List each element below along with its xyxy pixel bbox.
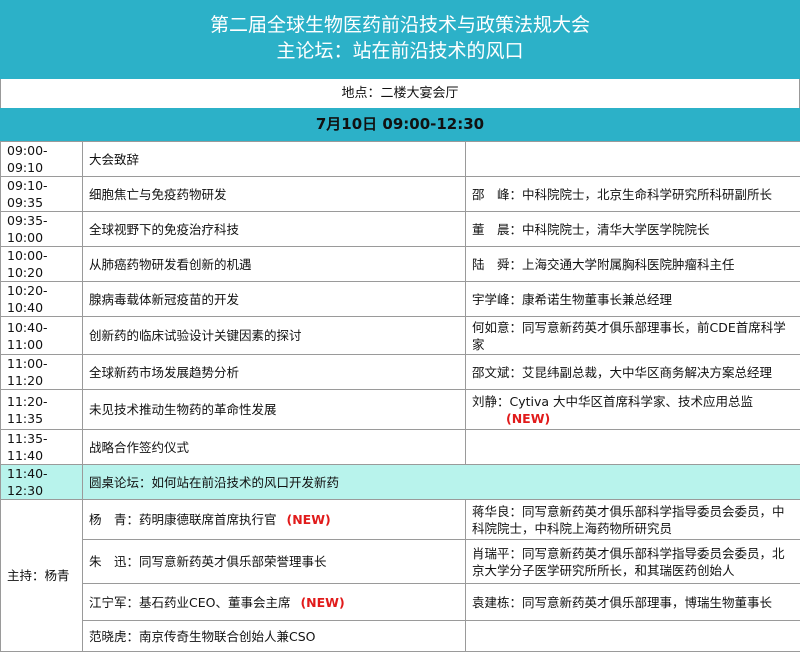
venue-location: 地点：二楼大宴会厅 bbox=[0, 79, 800, 108]
new-tag: (NEW) bbox=[287, 512, 331, 527]
topic-cell: 大会致辞 bbox=[83, 142, 466, 177]
time-cell: 11:20-11:35 bbox=[1, 390, 83, 430]
panel-row: 范晓虎：南京传奇生物联合创始人兼CSO bbox=[1, 621, 800, 652]
speaker-cell: 邵 峰：中科院院士，北京生命科学研究所科研副所长 bbox=[466, 177, 800, 212]
topic-cell: 全球视野下的免疫治疗科技 bbox=[83, 212, 466, 247]
panelist-cell: 范晓虎：南京传奇生物联合创始人兼CSO bbox=[83, 621, 466, 652]
agenda-row: 11:35-11:40 战略合作签约仪式 bbox=[1, 430, 800, 465]
new-tag: (NEW) bbox=[472, 410, 550, 427]
time-cell: 09:35-10:00 bbox=[1, 212, 83, 247]
panel-row: 主持：杨青 杨 青：药明康德联席首席执行官 (NEW) 蒋华良：同写意新药英才俱… bbox=[1, 500, 800, 540]
time-cell: 09:00-09:10 bbox=[1, 142, 83, 177]
topic-cell: 从肺癌药物研发看创新的机遇 bbox=[83, 247, 466, 282]
agenda-table: 09:00-09:10 大会致辞 09:10-09:35 细胞焦亡与免疫药物研发… bbox=[0, 141, 800, 652]
agenda-row: 09:00-09:10 大会致辞 bbox=[1, 142, 800, 177]
speaker-cell: 邵文斌：艾昆纬副总裁，大中华区商务解决方案总经理 bbox=[466, 355, 800, 390]
session-date: 7月10日 09:00-12:30 bbox=[0, 108, 800, 141]
agenda-row: 10:20-10:40 腺病毒载体新冠疫苗的开发 宇学峰：康希诺生物董事长兼总经… bbox=[1, 282, 800, 317]
panelist-text: 江宁军：基石药业CEO、董事会主席 bbox=[89, 595, 290, 610]
time-cell: 10:20-10:40 bbox=[1, 282, 83, 317]
time-cell: 10:40-11:00 bbox=[1, 317, 83, 355]
agenda-row: 10:00-10:20 从肺癌药物研发看创新的机遇 陆 舜：上海交通大学附属胸科… bbox=[1, 247, 800, 282]
speaker-cell: 刘静：Cytiva 大中华区首席科学家、技术应用总监 (NEW) bbox=[466, 390, 800, 430]
speaker-cell: 宇学峰：康希诺生物董事长兼总经理 bbox=[466, 282, 800, 317]
topic-cell: 全球新药市场发展趋势分析 bbox=[83, 355, 466, 390]
speaker-cell bbox=[466, 430, 800, 465]
topic-cell: 细胞焦亡与免疫药物研发 bbox=[83, 177, 466, 212]
panelist-text: 杨 青：药明康德联席首席执行官 bbox=[89, 512, 277, 527]
roundtable-title: 圆桌论坛：如何站在前沿技术的风口开发新药 bbox=[83, 465, 800, 500]
speaker-cell: 董 晨：中科院院士，清华大学医学院院长 bbox=[466, 212, 800, 247]
panel-row: 江宁军：基石药业CEO、董事会主席 (NEW) 袁建栋：同写意新药英才俱乐部理事… bbox=[1, 584, 800, 621]
agenda-row: 11:20-11:35 未见技术推动生物药的革命性发展 刘静：Cytiva 大中… bbox=[1, 390, 800, 430]
speaker-cell: 陆 舜：上海交通大学附属胸科医院肿瘤科主任 bbox=[466, 247, 800, 282]
time-cell: 11:00-11:20 bbox=[1, 355, 83, 390]
speaker-cell: 何如意：同写意新药英才俱乐部理事长，前CDE首席科学家 bbox=[466, 317, 800, 355]
time-cell: 10:00-10:20 bbox=[1, 247, 83, 282]
topic-cell: 腺病毒载体新冠疫苗的开发 bbox=[83, 282, 466, 317]
panelist-cell bbox=[466, 621, 800, 652]
forum-subtitle: 主论坛：站在前沿技术的风口 bbox=[0, 38, 800, 64]
topic-cell: 战略合作签约仪式 bbox=[83, 430, 466, 465]
panelist-cell: 江宁军：基石药业CEO、董事会主席 (NEW) bbox=[83, 584, 466, 621]
conference-banner: 第二届全球生物医药前沿技术与政策法规大会 主论坛：站在前沿技术的风口 bbox=[0, 0, 800, 79]
panelist-cell: 蒋华良：同写意新药英才俱乐部科学指导委员会委员，中科院院士，中科院上海药物所研究… bbox=[466, 500, 800, 540]
agenda-row: 10:40-11:00 创新药的临床试验设计关键因素的探讨 何如意：同写意新药英… bbox=[1, 317, 800, 355]
panelist-cell: 肖瑞平：同写意新药英才俱乐部科学指导委员会委员，北京大学分子医学研究所所长，和其… bbox=[466, 540, 800, 584]
time-cell: 11:35-11:40 bbox=[1, 430, 83, 465]
new-tag: (NEW) bbox=[300, 595, 344, 610]
agenda-row: 09:10-09:35 细胞焦亡与免疫药物研发 邵 峰：中科院院士，北京生命科学… bbox=[1, 177, 800, 212]
agenda-row: 11:00-11:20 全球新药市场发展趋势分析 邵文斌：艾昆纬副总裁，大中华区… bbox=[1, 355, 800, 390]
speaker-cell bbox=[466, 142, 800, 177]
panelist-cell: 杨 青：药明康德联席首席执行官 (NEW) bbox=[83, 500, 466, 540]
topic-cell: 创新药的临床试验设计关键因素的探讨 bbox=[83, 317, 466, 355]
panelist-cell: 朱 迅：同写意新药英才俱乐部荣誉理事长 bbox=[83, 540, 466, 584]
panel-row: 朱 迅：同写意新药英才俱乐部荣誉理事长 肖瑞平：同写意新药英才俱乐部科学指导委员… bbox=[1, 540, 800, 584]
conference-title: 第二届全球生物医药前沿技术与政策法规大会 bbox=[0, 0, 800, 38]
speaker-text: 刘静：Cytiva 大中华区首席科学家、技术应用总监 bbox=[472, 393, 794, 410]
agenda-row: 09:35-10:00 全球视野下的免疫治疗科技 董 晨：中科院院士，清华大学医… bbox=[1, 212, 800, 247]
host-cell: 主持：杨青 bbox=[1, 500, 83, 652]
time-cell: 11:40-12:30 bbox=[1, 465, 83, 500]
time-cell: 09:10-09:35 bbox=[1, 177, 83, 212]
roundtable-header-row: 11:40-12:30 圆桌论坛：如何站在前沿技术的风口开发新药 bbox=[1, 465, 800, 500]
panelist-cell: 袁建栋：同写意新药英才俱乐部理事，博瑞生物董事长 bbox=[466, 584, 800, 621]
topic-cell: 未见技术推动生物药的革命性发展 bbox=[83, 390, 466, 430]
